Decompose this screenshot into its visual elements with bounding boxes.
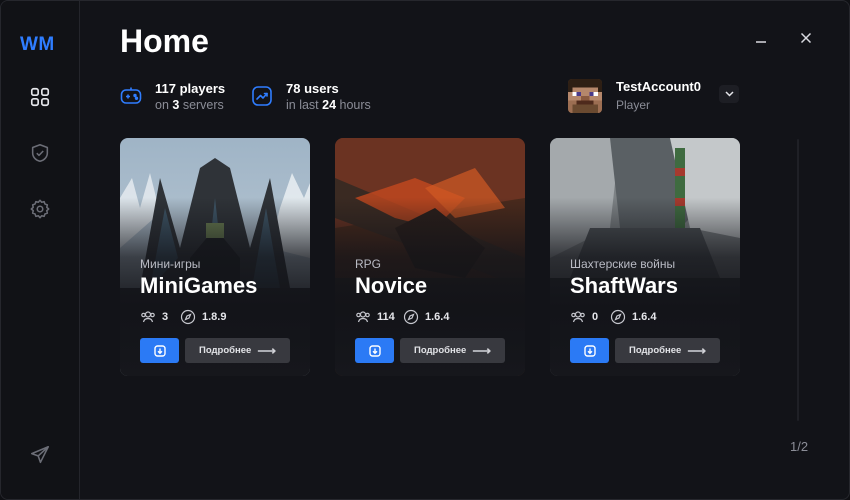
server-players: 3 [140, 309, 168, 325]
server-players: 0 [570, 309, 598, 325]
compass-icon [610, 309, 626, 325]
users-count: 78 users [286, 81, 339, 96]
compass-icon [180, 309, 196, 325]
paper-plane-icon [30, 445, 50, 464]
players-servers-note: on 3 servers [155, 98, 224, 112]
server-category: RPG [355, 257, 382, 271]
account-role: Player [616, 98, 651, 112]
page-title: Home [120, 23, 209, 59]
download-button[interactable] [355, 338, 394, 363]
trend-chart-icon [252, 86, 272, 106]
details-button[interactable]: Подробнее ⟶ [185, 338, 290, 363]
gamepad-icon [120, 87, 142, 104]
arrow-right-icon: ⟶ [687, 342, 706, 358]
server-name: Novice [355, 273, 428, 298]
arrow-right-icon: ⟶ [472, 342, 491, 358]
account-name: TestAccount0 [616, 79, 701, 94]
avatar [568, 79, 602, 113]
scrollbar[interactable] [797, 139, 799, 421]
download-icon [153, 344, 166, 357]
server-card[interactable]: RPG Novice 114 1.6.4 Подробнее ⟶ [335, 138, 525, 376]
sidebar-item-settings[interactable] [28, 197, 52, 221]
users-icon [571, 311, 585, 323]
minimize-icon [756, 41, 766, 43]
download-icon [583, 344, 596, 357]
app-window: WM Home 117 players on 3 servers 78 user… [0, 0, 850, 500]
users-icon [141, 311, 155, 323]
details-button[interactable]: Подробнее ⟶ [400, 338, 505, 363]
server-card[interactable]: Мини-игры MiniGames 3 1.8.9 Подробнее ⟶ [120, 138, 310, 376]
server-category: Мини-игры [140, 257, 201, 271]
close-icon [800, 32, 812, 44]
server-players: 114 [355, 309, 395, 325]
sidebar-item-security[interactable] [28, 141, 52, 165]
app-logo: WM [20, 34, 55, 55]
sidebar-item-telegram[interactable] [28, 443, 52, 467]
server-version: 1.8.9 [180, 309, 226, 325]
sidebar: WM [1, 1, 80, 499]
account-dropdown-button[interactable] [719, 85, 739, 103]
server-card[interactable]: Шахтерские войны ShaftWars 0 1.6.4 Подро… [550, 138, 740, 376]
download-button[interactable] [570, 338, 609, 363]
grid-icon [30, 87, 50, 107]
gear-icon [30, 199, 50, 219]
server-version: 1.6.4 [403, 309, 449, 325]
compass-icon [403, 309, 419, 325]
chevron-down-icon [724, 91, 734, 97]
users-period-note: in last 24 hours [286, 98, 371, 112]
pagination-indicator: 1/2 [790, 439, 809, 454]
minimize-button[interactable] [751, 28, 771, 48]
users-icon [356, 311, 370, 323]
close-button[interactable] [796, 28, 816, 48]
server-category: Шахтерские войны [570, 257, 676, 271]
server-version: 1.6.4 [610, 309, 656, 325]
download-icon [368, 344, 381, 357]
account-menu[interactable]: TestAccount0 Player [568, 79, 743, 115]
server-name: ShaftWars [570, 273, 678, 298]
shield-check-icon [31, 143, 49, 163]
download-button[interactable] [140, 338, 179, 363]
details-button[interactable]: Подробнее ⟶ [615, 338, 720, 363]
server-name: MiniGames [140, 273, 258, 298]
sidebar-item-home[interactable] [28, 85, 52, 109]
arrow-right-icon: ⟶ [257, 342, 276, 358]
players-count: 117 players [155, 81, 226, 96]
